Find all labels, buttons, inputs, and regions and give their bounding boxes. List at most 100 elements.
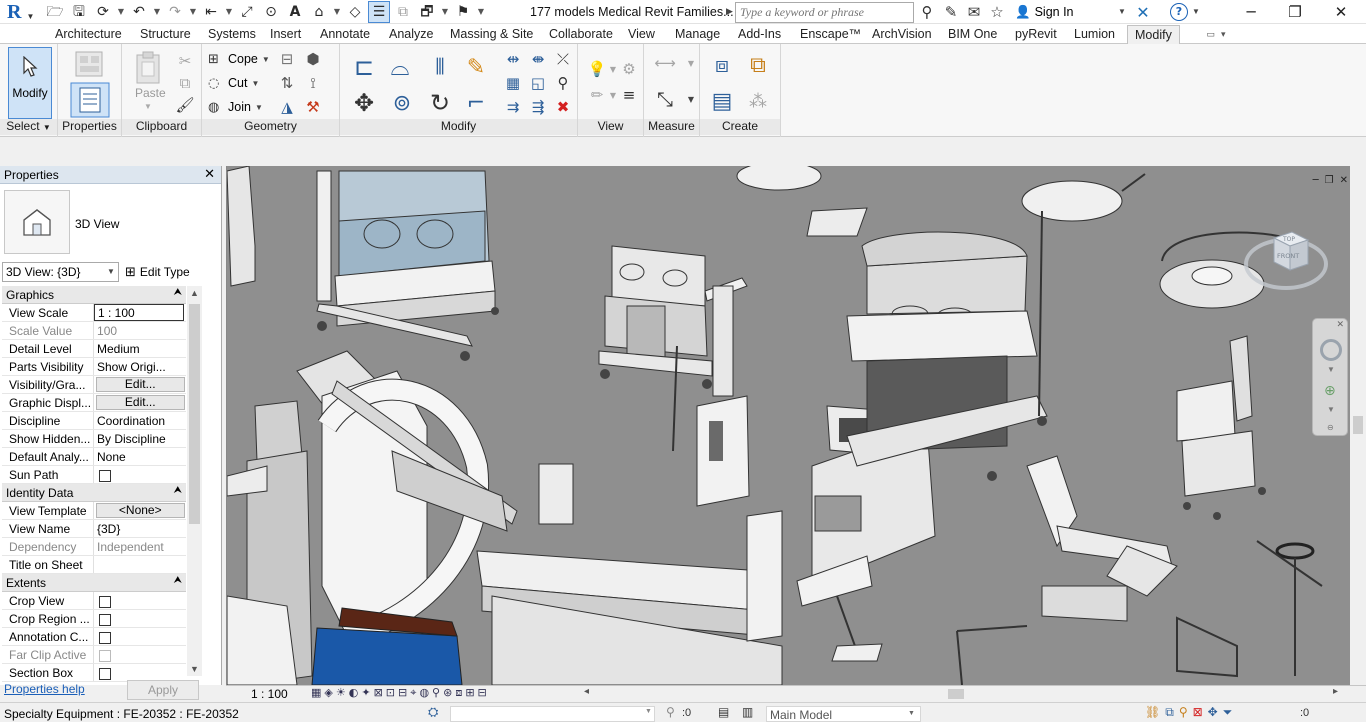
properties-help-link[interactable]: Properties help bbox=[4, 682, 85, 696]
section-box-checkbox[interactable] bbox=[99, 668, 111, 680]
search-input[interactable] bbox=[735, 2, 914, 23]
chevron-down-icon[interactable]: ▼ bbox=[440, 1, 450, 23]
ribbon-minimize-button[interactable]: ▭ ▾ bbox=[1198, 26, 1234, 42]
tab-analyze[interactable]: Analyze bbox=[389, 27, 433, 41]
title-on-sheet-field[interactable] bbox=[94, 556, 184, 573]
scroll-left-icon[interactable]: ◂ bbox=[584, 686, 589, 697]
minimize-icon[interactable]: ─ bbox=[1228, 0, 1274, 24]
select-panel-label[interactable]: Select ▼ bbox=[0, 119, 57, 135]
section-icon[interactable]: ◇ bbox=[344, 1, 366, 23]
scroll-up-icon[interactable]: ▲ bbox=[190, 288, 199, 298]
visual-style-icon[interactable]: ◈ bbox=[324, 686, 332, 702]
cut-geometry-button[interactable]: ◌ Cut ▼ bbox=[208, 74, 259, 92]
tag-icon[interactable]: ⊙ bbox=[260, 1, 282, 23]
pin-icon[interactable]: ⚲ bbox=[552, 72, 574, 94]
offset-icon[interactable]: ⌓ bbox=[384, 52, 416, 82]
tab-bim-one[interactable]: BIM One bbox=[948, 27, 997, 41]
active-model-dropdown[interactable]: Main Model bbox=[766, 706, 921, 722]
tab-massing-site[interactable]: Massing & Site bbox=[450, 27, 533, 41]
crop-region-visible-checkbox[interactable] bbox=[99, 614, 111, 626]
view-name-field[interactable]: {3D} bbox=[94, 520, 184, 537]
dimension-icon[interactable]: ⤢ bbox=[236, 1, 258, 23]
steering-wheel-icon[interactable] bbox=[1320, 339, 1342, 361]
select-links-icon[interactable]: ⛓ bbox=[1145, 705, 1160, 720]
application-menu-button[interactable]: R ▼ bbox=[0, 0, 40, 24]
save-icon[interactable]: 🖫 bbox=[68, 1, 90, 23]
scrollbar-thumb[interactable] bbox=[189, 304, 200, 524]
edit-type-button[interactable]: ⊞ Edit Type bbox=[125, 262, 190, 282]
visibility-graphics-edit-button[interactable]: Edit... bbox=[95, 377, 185, 392]
measure-icon[interactable]: ⇤ bbox=[200, 1, 222, 23]
tab-insert[interactable]: Insert bbox=[270, 27, 301, 41]
sun-path-checkbox[interactable] bbox=[99, 470, 111, 482]
minimize-icon[interactable]: ─ bbox=[1313, 175, 1319, 186]
chevron-down-icon[interactable]: ▼ bbox=[116, 1, 126, 23]
rotate-icon[interactable]: ↻ bbox=[424, 88, 456, 118]
autodesk-app-store-icon[interactable]: ✕ bbox=[1133, 3, 1153, 22]
tab-view[interactable]: View bbox=[628, 27, 655, 41]
cut-scissors-icon[interactable]: ✂ bbox=[174, 50, 196, 72]
detail-level-field[interactable]: Medium bbox=[94, 340, 184, 357]
design-options-icon[interactable]: ▤ bbox=[718, 705, 729, 719]
mirror-draw-axis-icon[interactable]: ✎ bbox=[460, 52, 492, 82]
worksets-icon[interactable]: ⛭ bbox=[428, 705, 438, 720]
chevron-down-icon[interactable]: ▼ bbox=[680, 52, 702, 74]
scroll-down-icon[interactable]: ▼ bbox=[190, 664, 199, 674]
graphic-display-edit-button[interactable]: Edit... bbox=[95, 395, 185, 410]
help-icon[interactable]: ? bbox=[1170, 3, 1188, 21]
chevron-down-icon[interactable]: ▼ bbox=[188, 1, 198, 23]
binoculars-icon[interactable]: ⚲ bbox=[917, 2, 937, 22]
tab-lumion[interactable]: Lumion bbox=[1074, 27, 1115, 41]
expand-arrow-icon[interactable]: ▶ bbox=[726, 6, 733, 17]
tab-archvision[interactable]: ArchVision bbox=[872, 27, 932, 41]
properties-icon[interactable] bbox=[70, 82, 110, 118]
create-similar-icon[interactable]: ⁂ bbox=[742, 86, 774, 116]
tab-systems[interactable]: Systems bbox=[208, 27, 256, 41]
tab-enscape[interactable]: Enscape™ bbox=[800, 27, 861, 41]
create-assembly-icon[interactable]: ⧈ bbox=[706, 50, 738, 80]
tab-pyrevit[interactable]: pyRevit bbox=[1015, 27, 1057, 41]
chevron-down-icon[interactable]: ▼ bbox=[1327, 405, 1335, 414]
view-scale-field[interactable]: 1 : 100 bbox=[94, 304, 184, 321]
chevron-down-icon[interactable]: ▼ bbox=[1327, 365, 1335, 374]
tab-modify[interactable]: Modify bbox=[1127, 25, 1180, 45]
chevron-down-icon[interactable]: ▼ bbox=[1192, 7, 1200, 16]
close-icon[interactable]: ✕ bbox=[1340, 175, 1348, 186]
zoom-region-icon[interactable]: ⊕ bbox=[1324, 383, 1336, 399]
trim-multiple-icon[interactable]: ⇉ bbox=[502, 96, 524, 118]
highlight-displacement-icon[interactable]: ⊞ bbox=[465, 686, 474, 702]
collapse-icon[interactable]: ⮝ bbox=[174, 485, 183, 496]
reveal-constraints-icon[interactable]: ⊟ bbox=[478, 686, 487, 702]
select-by-face-icon[interactable]: ⊠ bbox=[1193, 705, 1203, 720]
trim-single-icon[interactable]: ⇶ bbox=[527, 96, 549, 118]
restore-icon[interactable]: ❐ bbox=[1272, 0, 1318, 24]
chevron-down-icon[interactable]: ▼ bbox=[476, 1, 486, 23]
editable-only-icon[interactable]: ⚲ bbox=[666, 705, 675, 719]
parts-visibility-field[interactable]: Show Origi... bbox=[94, 358, 184, 375]
close-icon[interactable]: ✕ bbox=[1336, 320, 1344, 330]
close-icon[interactable]: ✕ bbox=[204, 167, 215, 182]
unpin-icon[interactable]: ⤫ bbox=[552, 48, 574, 70]
collapse-icon[interactable]: ⮝ bbox=[174, 575, 183, 586]
copy-element-icon[interactable]: ⊚ bbox=[386, 88, 418, 118]
close-icon[interactable]: ✕ bbox=[1318, 0, 1364, 24]
chevron-down-icon[interactable]: ▼ bbox=[645, 708, 652, 715]
show-hidden-lines-field[interactable]: By Discipline bbox=[94, 430, 184, 447]
select-underlay-icon[interactable]: ⧉ bbox=[1165, 705, 1174, 720]
drag-elements-icon[interactable]: ✥ bbox=[1208, 705, 1218, 720]
tab-annotate[interactable]: Annotate bbox=[320, 27, 370, 41]
3d-viewport[interactable]: ─ ❐ ✕ TOP FRONT ✕ ▼ ⊕ ▼ ⊖ bbox=[226, 166, 1366, 685]
temporary-properties-icon[interactable]: ⚲ bbox=[432, 686, 440, 702]
measure-between-icon[interactable]: ⟷ bbox=[650, 52, 680, 74]
modify-button[interactable]: Modify bbox=[8, 47, 52, 119]
reveal-hidden-icon[interactable]: ◍ bbox=[419, 686, 429, 702]
shadows-icon[interactable]: ◐ bbox=[349, 686, 359, 702]
mirror-pick-axis-icon[interactable]: ⫴ bbox=[424, 52, 456, 82]
create-group-icon[interactable]: ▤ bbox=[706, 86, 738, 116]
viewport-horizontal-scrollbar[interactable]: ◂ ▸ bbox=[584, 686, 1338, 700]
open-icon[interactable]: 🗁 bbox=[44, 1, 66, 23]
demolish-hammer-icon[interactable]: ⚒ bbox=[302, 96, 324, 118]
copy-icon[interactable]: ⧉ bbox=[174, 72, 196, 94]
override-graphics-icon[interactable]: ⚙ bbox=[618, 58, 640, 80]
close-hidden-icon[interactable]: ⧉ bbox=[392, 1, 414, 23]
